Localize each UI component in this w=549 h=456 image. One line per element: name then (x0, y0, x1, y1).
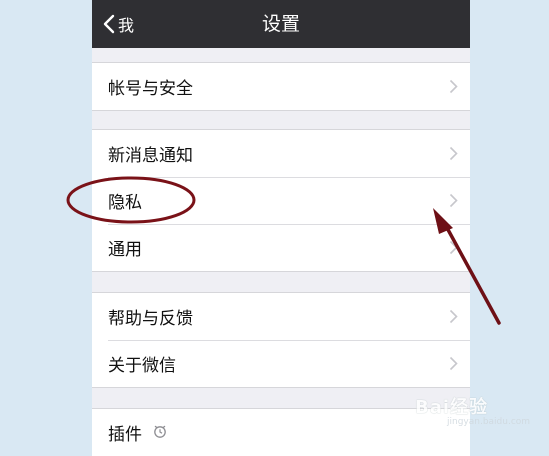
settings-item-about[interactable]: 关于微信 (92, 340, 470, 387)
settings-item-label: 通用 (108, 240, 142, 260)
settings-item-plugins[interactable]: 插件 (92, 409, 470, 456)
settings-item-notifications[interactable]: 新消息通知 (92, 130, 470, 177)
settings-item-label: 插件 (108, 425, 142, 445)
settings-item-label: 新消息通知 (108, 146, 193, 166)
chevron-right-icon (449, 79, 458, 94)
settings-item-label: 帮助与反馈 (108, 309, 193, 329)
chevron-right-icon (449, 356, 458, 371)
settings-item-label: 隐私 (108, 193, 142, 213)
navigation-bar: 我 设置 (92, 0, 470, 48)
phone-screen: 我 设置 帐号与安全 新消息通知 隐私 通用 帮助与反馈 关于微信 插件 (92, 0, 470, 456)
settings-item-account-security[interactable]: 帐号与安全 (92, 63, 470, 110)
settings-item-privacy[interactable]: 隐私 (92, 177, 470, 224)
chevron-right-icon (449, 193, 458, 208)
plugin-icon (152, 423, 168, 443)
chevron-right-icon (449, 240, 458, 255)
settings-group-account: 帐号与安全 (92, 62, 470, 111)
settings-item-label: 帐号与安全 (108, 79, 193, 99)
chevron-right-icon (449, 146, 458, 161)
chevron-right-icon (449, 309, 458, 324)
settings-group-plugins: 插件 (92, 408, 470, 456)
settings-group-general: 新消息通知 隐私 通用 (92, 129, 470, 272)
settings-item-general[interactable]: 通用 (92, 224, 470, 271)
settings-item-label: 关于微信 (108, 356, 176, 376)
settings-group-help: 帮助与反馈 关于微信 (92, 292, 470, 388)
settings-item-help-feedback[interactable]: 帮助与反馈 (92, 293, 470, 340)
page-title: 设置 (261, 13, 300, 35)
